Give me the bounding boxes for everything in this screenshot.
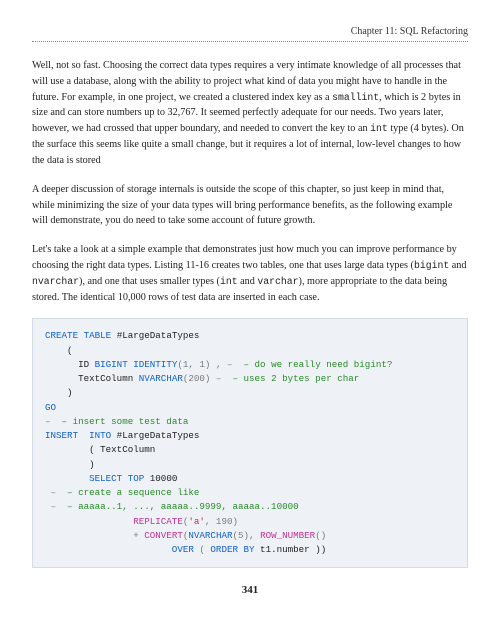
code-text: + — [45, 530, 144, 541]
code-text: ) — [45, 387, 73, 398]
paragraph-3: Let's take a look at a simple example th… — [32, 242, 468, 305]
code-comment: – do we really need bigint? — [238, 359, 392, 370]
code-text: , 190) — [205, 516, 238, 527]
code-text: – — [221, 359, 238, 370]
chapter-header: Chapter 11: SQL Refactoring — [32, 24, 468, 39]
page-number: 341 — [32, 582, 468, 599]
text: and — [449, 260, 466, 271]
code-text: – — [210, 373, 227, 384]
code-text: () — [315, 530, 326, 541]
kw-order: ORDER — [210, 544, 238, 555]
code-text: ) — [45, 459, 95, 470]
code-text: #LargeDataTypes — [111, 330, 199, 341]
code-text: 10000 — [144, 473, 177, 484]
inline-code-nvarchar: nvarchar — [32, 276, 79, 287]
code-listing: CREATE TABLE #LargeDataTypes ( ID BIGINT… — [32, 318, 468, 568]
text: ), and one that uses smaller types ( — [79, 276, 220, 287]
kw-identity: IDENTITY — [128, 359, 178, 370]
kw-create: CREATE — [45, 330, 78, 341]
kw-convert: CONVERT — [144, 530, 183, 541]
kw-select: SELECT — [45, 473, 122, 484]
kw-by: BY — [238, 544, 255, 555]
inline-code-smallint: smallint — [332, 92, 379, 103]
text: and — [238, 276, 258, 287]
code-text: – — [45, 501, 62, 512]
kw-table: TABLE — [78, 330, 111, 341]
paragraph-2: A deeper discussion of storage internals… — [32, 182, 468, 229]
code-comment: – create a sequence like — [62, 487, 200, 498]
code-comment: – insert some test data — [56, 416, 188, 427]
kw-nvarchar: NVARCHAR — [139, 373, 183, 384]
code-text: – — [45, 487, 62, 498]
code-text: t1.number )) — [255, 544, 327, 555]
kw-over: OVER — [45, 544, 194, 555]
code-text: ID — [45, 359, 95, 370]
code-text: (200) — [183, 373, 211, 384]
kw-nvarchar2: NVARCHAR — [188, 530, 232, 541]
inline-code-int2: int — [220, 276, 238, 287]
inline-code-int: int — [370, 123, 388, 134]
code-text: #LargeDataTypes — [111, 430, 199, 441]
code-text: ( — [194, 544, 211, 555]
kw-rownumber: ROW_NUMBER — [260, 530, 315, 541]
paragraph-1: Well, not so fast. Choosing the correct … — [32, 58, 468, 169]
code-text: ( TextColumn — [45, 444, 155, 455]
code-comment: – aaaaa..1, ..., aaaaa..9999, aaaaa..100… — [62, 501, 299, 512]
kw-bigint: BIGINT — [95, 359, 128, 370]
code-text: (5), — [232, 530, 260, 541]
code-string: 'a' — [188, 516, 205, 527]
code-comment: – uses 2 bytes per char — [227, 373, 359, 384]
kw-insert: INSERT — [45, 430, 89, 441]
kw-top: TOP — [122, 473, 144, 484]
code-text: ( — [45, 345, 73, 356]
kw-replicate: REPLICATE — [45, 516, 183, 527]
code-text: TextColumn — [45, 373, 139, 384]
text: Let's take a look at a simple example th… — [32, 244, 457, 271]
kw-go: GO — [45, 402, 56, 413]
code-text: (1, 1) , — [177, 359, 221, 370]
code-text: – — [45, 416, 56, 427]
header-rule — [32, 41, 468, 42]
kw-into: INTO — [89, 430, 111, 441]
inline-code-bigint: bigint — [414, 260, 449, 271]
inline-code-varchar: varchar — [257, 276, 298, 287]
